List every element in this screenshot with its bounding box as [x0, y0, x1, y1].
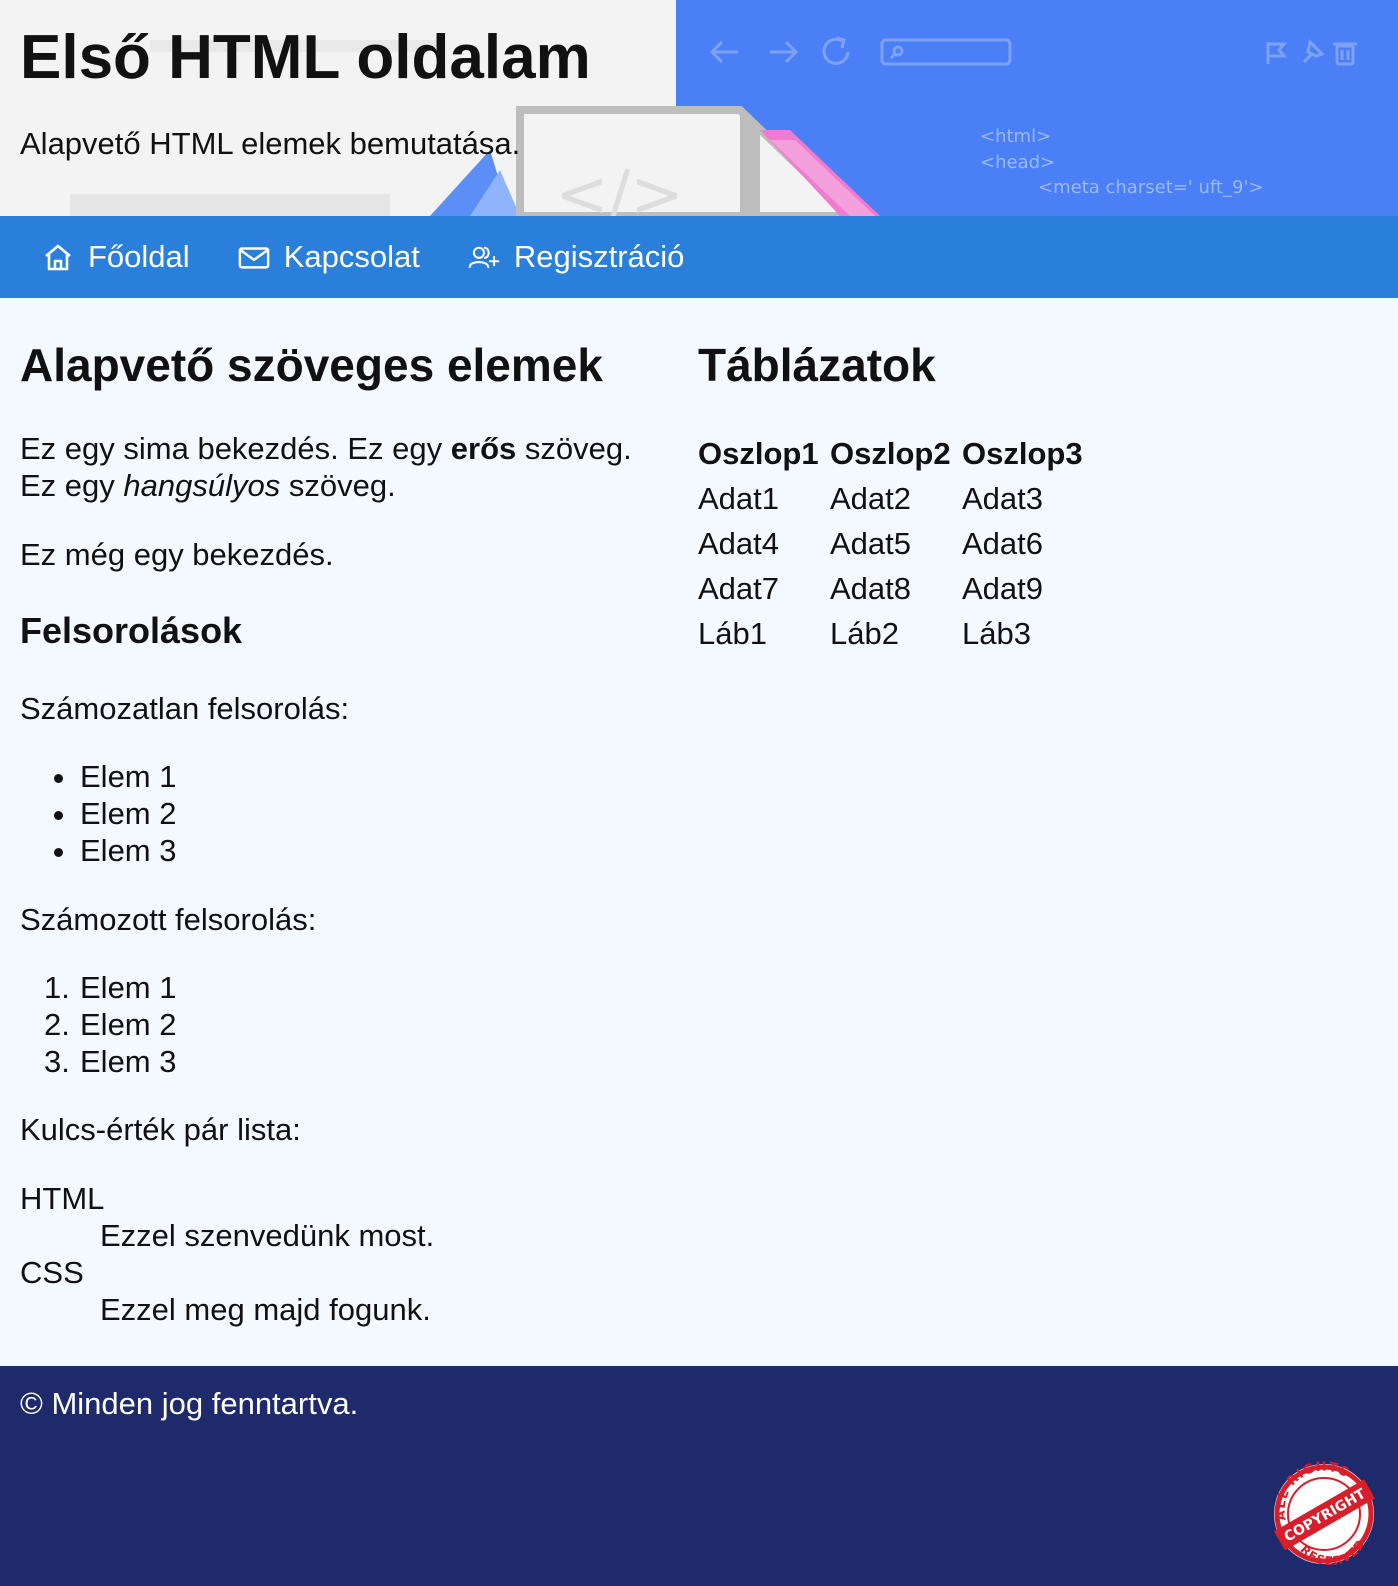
table-header-cell: Oszlop3 [962, 435, 1083, 471]
main-nav: Főoldal Kapcsolat Regisztráció [0, 216, 1398, 298]
text: szöveg. [516, 431, 632, 466]
definition-description: Ezzel szenvedünk most. [100, 1218, 435, 1253]
table-row: Adat4 Adat5 Adat6 [698, 521, 1094, 566]
table-header-cell: Oszlop2 [830, 435, 951, 471]
page-header: </> <html> <head> <meta charset=' uft_9'… [0, 0, 1398, 216]
nav-item-registration[interactable]: Regisztráció [468, 239, 685, 275]
text: szöveg. [280, 468, 396, 503]
header-art-markup-icon: </> [555, 158, 684, 216]
paragraph-1: Ez egy sima bekezdés. Ez egy erős szöveg… [20, 430, 700, 504]
table-cell: Adat2 [830, 480, 912, 516]
table-header-cell: Oszlop1 [698, 435, 819, 471]
unordered-list: Elem 1 Elem 2 Elem 3 [0, 758, 400, 869]
ordered-list: 1. Elem 1 2. Elem 2 3. Elem 3 [0, 969, 400, 1080]
definition-list: HTML Ezzel szenvedünk most. CSS Ezzel me… [20, 1180, 620, 1328]
section-heading: Táblázatok [698, 339, 936, 391]
list-item-text: Elem 3 [80, 1044, 177, 1079]
table-row: Adat1 Adat2 Adat3 [698, 476, 1094, 521]
nav-item-home[interactable]: Főoldal [42, 239, 190, 275]
list-item: Elem 3 [0, 832, 400, 869]
table-footer-cell: Láb1 [698, 615, 767, 651]
table-footer-cell: Láb2 [830, 615, 899, 651]
ordered-list-label: Számozott felsorolás: [20, 902, 317, 937]
list-number: 2. [44, 1007, 70, 1042]
text: Ez egy [20, 468, 124, 503]
table-footer-cell: Láb3 [962, 615, 1031, 651]
lists-heading: Felsorolások [20, 610, 243, 651]
main-content: Alapvető szöveges elemek Ez egy sima bek… [0, 298, 1398, 1366]
list-item: 2. Elem 2 [0, 1006, 400, 1043]
table-cell: Adat8 [830, 570, 912, 606]
page-subtitle: Alapvető HTML elemek bemutatása. [20, 126, 521, 161]
definition-term: HTML [20, 1181, 105, 1216]
definition-term: CSS [20, 1255, 84, 1290]
list-number: 3. [44, 1044, 70, 1079]
table-cell: Adat1 [698, 480, 780, 516]
header-art-code-line: <html> [980, 126, 1051, 147]
list-item: Elem 2 [0, 795, 400, 832]
list-item-text: Elem 2 [80, 1007, 177, 1042]
add-user-icon [468, 241, 500, 273]
table-cell: Adat9 [962, 570, 1044, 606]
definition-description: Ezzel meg majd fogunk. [100, 1292, 431, 1327]
header-art-code-line: <meta charset=' uft_9'> [1038, 177, 1263, 198]
mail-icon [238, 241, 270, 273]
section-heading: Alapvető szöveges elemek [20, 339, 603, 391]
table-cell: Adat6 [962, 525, 1044, 561]
strong-text: erős [450, 431, 517, 466]
unordered-list-label: Számozatlan felsorolás: [20, 691, 350, 726]
page-title: Első HTML oldalam [20, 23, 591, 92]
nav-item-label: Kapcsolat [283, 239, 420, 274]
definition-list-label: Kulcs-érték pár lista: [20, 1112, 301, 1147]
emphasis-text: hangsúlyos [123, 468, 281, 503]
table-cell: Adat3 [962, 480, 1044, 516]
nav-item-label: Regisztráció [513, 239, 685, 274]
copyright-text: © Minden jog fenntartva. [20, 1386, 359, 1421]
table-row: Adat7 Adat8 Adat9 [698, 566, 1094, 611]
table-cell: Adat4 [698, 525, 780, 561]
list-item: Elem 1 [0, 758, 400, 795]
nav-item-label: Főoldal [88, 239, 190, 274]
table-footer-row: Láb1 Láb2 Láb3 [698, 611, 1094, 656]
nav-item-contact[interactable]: Kapcsolat [238, 239, 420, 275]
list-item-text: Elem 1 [80, 970, 177, 1005]
page-footer: © Minden jog fenntartva. ALL RIGHTS RESE… [0, 1366, 1398, 1586]
text: Ez egy sima bekezdés. Ez egy [20, 431, 451, 466]
table-cell: Adat7 [698, 570, 780, 606]
list-number: 1. [44, 970, 70, 1005]
home-icon [42, 241, 74, 273]
header-art-code-line: <head> [980, 152, 1055, 173]
paragraph-2: Ez még egy bekezdés. [20, 537, 334, 572]
data-table: Oszlop1 Oszlop2 Oszlop3 Adat1 Adat2 Adat… [698, 431, 1094, 656]
list-item: 1. Elem 1 [0, 969, 400, 1006]
table-header-row: Oszlop1 Oszlop2 Oszlop3 [698, 431, 1094, 476]
list-item: 3. Elem 3 [0, 1043, 400, 1080]
table-cell: Adat5 [830, 525, 912, 561]
copyright-stamp-icon: ALL RIGHTS RESERVED COPYRIGHT [1273, 1460, 1376, 1568]
